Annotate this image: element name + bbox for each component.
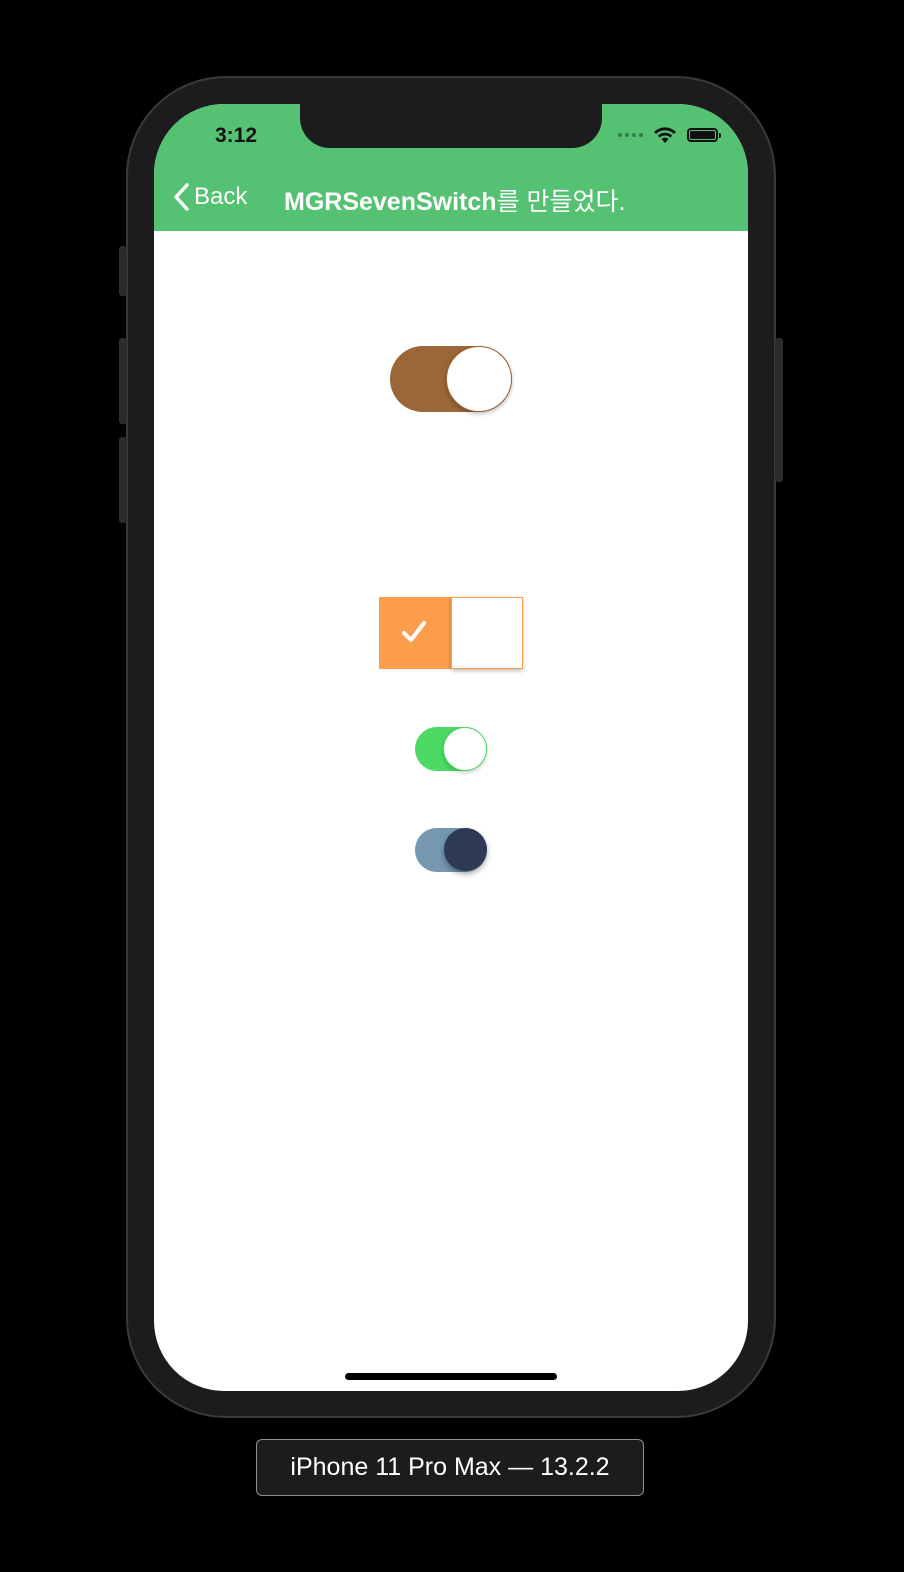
switch-thumb — [443, 727, 487, 771]
notch — [300, 104, 602, 148]
battery-icon — [687, 128, 721, 142]
brown-switch[interactable] — [390, 346, 512, 412]
orange-square-switch[interactable] — [379, 597, 523, 669]
switch-thumb — [444, 828, 487, 871]
power-button — [775, 338, 783, 482]
page-title: MGRSevenSwitch를 만들었다. — [284, 182, 625, 218]
switch-thumb — [451, 597, 523, 669]
volume-up-button — [119, 338, 127, 424]
back-label: Back — [194, 183, 248, 210]
home-indicator[interactable] — [345, 1373, 557, 1380]
wifi-icon — [654, 127, 676, 143]
switch-thumb — [446, 346, 512, 412]
title-korean: 를 만들었다. — [496, 188, 626, 216]
back-button[interactable]: Back — [172, 182, 247, 212]
green-switch[interactable] — [415, 727, 487, 771]
navy-switch[interactable] — [415, 828, 487, 872]
volume-down-button — [119, 437, 127, 523]
title-latin: MGRSevenSwitch — [284, 188, 497, 216]
status-icons — [618, 126, 721, 144]
navigation-bar: 3:12 Back MGRSevenSwitch를 만들었다. — [154, 104, 748, 231]
mute-switch — [119, 246, 127, 296]
status-time: 3:12 — [214, 124, 258, 147]
screen: 3:12 Back MGRSevenSwitch를 만들었다. — [154, 104, 748, 1391]
checkmark-icon — [402, 621, 426, 642]
cellular-dots-icon — [618, 133, 643, 137]
simulator-device-label: iPhone 11 Pro Max — 13.2.2 — [256, 1439, 644, 1496]
chevron-left-icon — [174, 183, 189, 211]
